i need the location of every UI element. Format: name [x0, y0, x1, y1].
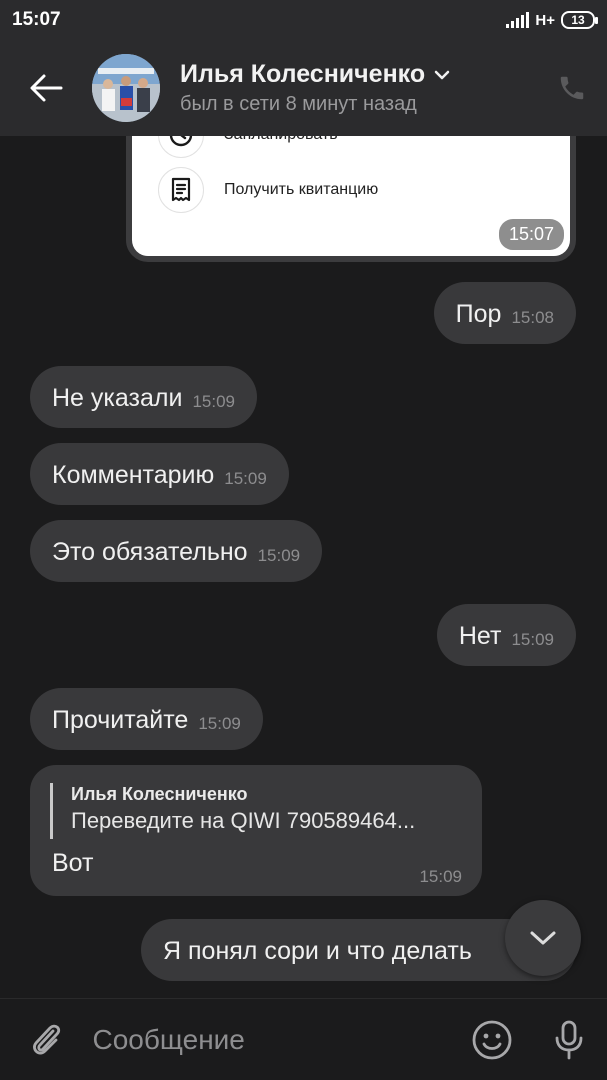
contact-name: Илья Колесниченко [180, 60, 426, 88]
message-bubble-incoming[interactable]: Прочитайте 15:09 [30, 688, 263, 750]
battery-icon: 13 [561, 11, 598, 29]
receipt-icon-circle [158, 167, 204, 213]
smiley-icon [472, 1020, 512, 1059]
message-bubble-incoming[interactable]: Не указали 15:09 [30, 366, 257, 428]
chat-header: Илья Колесниченко был в сети 8 минут наз… [0, 40, 607, 136]
message-input[interactable] [92, 1009, 454, 1070]
message-text: Прочитайте [52, 706, 189, 734]
message-text: Нет [458, 622, 502, 650]
contact-row: Илья Колесниченко [180, 60, 537, 89]
schedule-action[interactable]: Запланировать [158, 136, 338, 158]
microphone-icon [555, 1020, 583, 1059]
quoted-text: Переведите на QIWI 790589464... [71, 808, 416, 833]
last-seen-status: был в сети 8 минут назад [180, 93, 417, 115]
message-bubble-incoming[interactable]: Это обязательно 15:09 [30, 520, 323, 582]
status-time: 15:07 [12, 9, 61, 30]
message-bubble-outgoing[interactable]: Нет 15:09 [436, 604, 576, 666]
message-bubble-incoming[interactable]: Комментарию 15:09 [30, 443, 289, 505]
quoted-message[interactable]: Илья Колесниченко Переведите на QIWI 790… [50, 783, 460, 839]
reply-message-bubble[interactable]: Илья Колесниченко Переведите на QIWI 790… [30, 765, 482, 896]
back-button[interactable] [0, 40, 92, 136]
message-text: Вот [52, 849, 94, 877]
chat-screen: 15:07 H+ 13 Илья Колесниченко был в сети… [0, 0, 607, 1080]
voice-button[interactable] [530, 999, 607, 1080]
contact-info[interactable]: Илья Колесниченко был в сети 8 минут наз… [180, 60, 537, 116]
message-time: 15:09 [419, 867, 462, 886]
emoji-button[interactable] [454, 999, 531, 1080]
message-time: 15:09 [257, 546, 301, 565]
network-type: H+ [535, 11, 555, 29]
battery-level: 13 [571, 13, 585, 27]
paperclip-icon [33, 1024, 61, 1054]
scroll-down-button[interactable] [505, 900, 581, 976]
message-time: 15:08 [511, 308, 554, 327]
arrow-left-icon [30, 74, 63, 102]
message-time: 15:09 [511, 630, 554, 649]
message-time: 15:09 [198, 714, 241, 733]
payment-card: Запланировать Получить квитанцию 15:07 [126, 136, 576, 262]
clock-icon [169, 136, 193, 147]
receipt-icon [171, 177, 191, 202]
receipt-label: Получить квитанцию [224, 181, 379, 198]
status-indicators: H+ 13 [506, 11, 598, 29]
message-composer [0, 998, 607, 1080]
clock-icon-circle [158, 136, 204, 158]
phone-icon [560, 76, 584, 100]
message-text: Комментарию [52, 461, 215, 489]
message-text: Я понял сори и что делать [163, 937, 472, 965]
signal-icon [506, 12, 530, 28]
quoted-author: Илья Колесниченко [71, 784, 248, 804]
message-time: 15:09 [192, 392, 235, 411]
attach-button[interactable] [0, 999, 93, 1080]
avatar[interactable] [92, 54, 160, 122]
chevron-down-icon[interactable] [433, 69, 451, 81]
message-list[interactable]: Запланировать Получить квитанцию 15:07 П… [0, 136, 607, 998]
avatar-photo [92, 54, 160, 122]
schedule-label: Запланировать [224, 136, 338, 144]
status-bar: 15:07 H+ 13 [0, 0, 607, 40]
card-time: 15:07 [498, 219, 564, 250]
message-bubble-outgoing[interactable]: Пор 15:08 [433, 282, 576, 344]
message-text: Пор [455, 300, 502, 328]
message-time: 15:09 [224, 469, 267, 488]
call-button[interactable] [537, 40, 607, 136]
message-text: Не указали [52, 384, 183, 412]
chevron-down-icon [530, 931, 556, 945]
receipt-action[interactable]: Получить квитанцию [158, 167, 378, 213]
message-text: Это обязательно [52, 538, 248, 566]
